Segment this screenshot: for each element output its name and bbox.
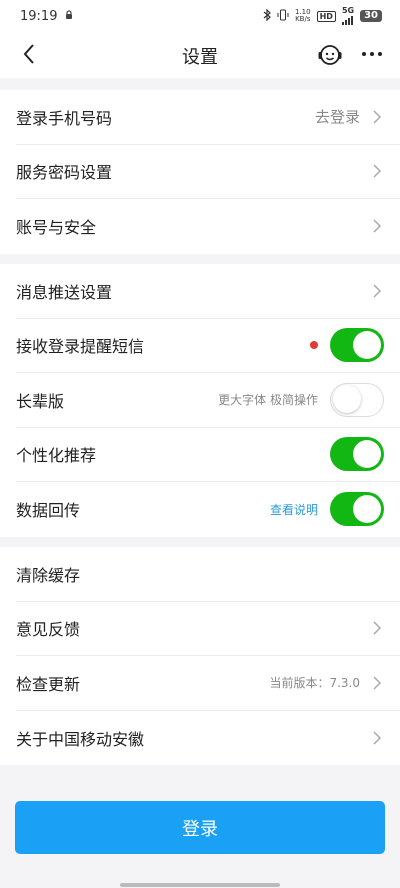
about-row[interactable]: 关于中国移动安徽 bbox=[16, 711, 400, 766]
status-time: 19:19 bbox=[20, 8, 58, 24]
go-login-hint: 去登录 bbox=[314, 108, 360, 127]
elder-mode-toggle[interactable] bbox=[330, 382, 384, 417]
row-label: 接收登录提醒短信 bbox=[16, 337, 145, 357]
bluetooth-icon bbox=[263, 8, 271, 24]
row-label: 检查更新 bbox=[16, 674, 81, 694]
row-label: 长辈版 bbox=[16, 391, 65, 411]
vibrate-icon bbox=[277, 9, 289, 24]
status-bar: 19:19 1.10 KB/s HD 5G 30 bbox=[0, 0, 400, 32]
login-button[interactable]: 登录 bbox=[15, 801, 385, 854]
chevron-right-icon bbox=[373, 621, 382, 635]
chevron-right-icon bbox=[373, 731, 382, 745]
battery-icon: 30 bbox=[360, 10, 382, 22]
preferences-section: 消息推送设置 接收登录提醒短信 长辈版 更大字体 极简操作 个性化推荐 数据回传… bbox=[0, 264, 400, 537]
lock-icon bbox=[65, 9, 73, 24]
login-sms-row: 接收登录提醒短信 bbox=[16, 319, 400, 373]
data-upload-toggle[interactable] bbox=[330, 492, 384, 527]
chevron-right-icon bbox=[373, 164, 382, 178]
account-section: 登录手机号码 去登录 服务密码设置 账号与安全 bbox=[0, 90, 400, 254]
check-update-row[interactable]: 检查更新 当前版本：7.3.0 bbox=[16, 656, 400, 711]
data-upload-row: 数据回传 查看说明 bbox=[16, 482, 400, 537]
chevron-right-icon bbox=[373, 284, 382, 298]
customer-service-icon[interactable] bbox=[316, 41, 344, 69]
row-label: 个性化推荐 bbox=[16, 446, 97, 466]
row-label: 意见反馈 bbox=[16, 620, 81, 640]
network-speed: 1.10 KB/s bbox=[295, 8, 311, 23]
about-section: 清除缓存 意见反馈 检查更新 当前版本：7.3.0 关于中国移动安徽 bbox=[0, 547, 400, 765]
chevron-right-icon bbox=[373, 110, 382, 124]
row-label: 数据回传 bbox=[16, 501, 81, 521]
more-icon[interactable] bbox=[358, 42, 386, 66]
login-phone-row[interactable]: 登录手机号码 去登录 bbox=[16, 90, 400, 145]
personalized-recommend-row: 个性化推荐 bbox=[16, 428, 400, 482]
row-label: 登录手机号码 bbox=[16, 108, 113, 128]
current-version: 当前版本：7.3.0 bbox=[269, 676, 360, 691]
elder-mode-row: 长辈版 更大字体 极简操作 bbox=[16, 373, 400, 428]
personalized-recommend-toggle[interactable] bbox=[330, 437, 384, 472]
feedback-row[interactable]: 意见反馈 bbox=[16, 602, 400, 656]
row-label: 清除缓存 bbox=[16, 565, 81, 585]
login-sms-toggle[interactable] bbox=[330, 328, 384, 363]
hd-badge: HD bbox=[316, 10, 336, 22]
signal-icon: 5G bbox=[341, 7, 354, 25]
row-label: 服务密码设置 bbox=[16, 163, 113, 183]
row-label: 账号与安全 bbox=[16, 218, 97, 238]
elder-mode-hint: 更大字体 极简操作 bbox=[218, 393, 318, 408]
notification-dot bbox=[310, 341, 318, 350]
clear-cache-row[interactable]: 清除缓存 bbox=[16, 547, 400, 602]
row-label: 消息推送设置 bbox=[16, 282, 113, 302]
account-security-row[interactable]: 账号与安全 bbox=[16, 199, 400, 254]
home-indicator[interactable] bbox=[120, 883, 280, 887]
chevron-right-icon bbox=[373, 219, 382, 233]
push-settings-row[interactable]: 消息推送设置 bbox=[16, 264, 400, 319]
nav-bar: 设置 bbox=[0, 32, 400, 78]
chevron-right-icon bbox=[373, 676, 382, 690]
row-label: 关于中国移动安徽 bbox=[16, 729, 145, 749]
view-description-link[interactable]: 查看说明 bbox=[270, 501, 318, 518]
service-password-row[interactable]: 服务密码设置 bbox=[16, 145, 400, 199]
